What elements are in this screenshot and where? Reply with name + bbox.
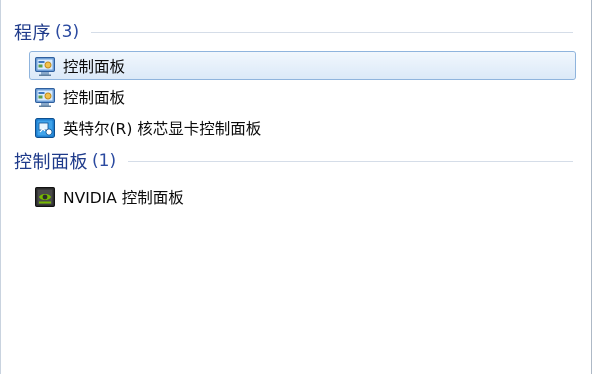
group-header-control-panel[interactable]: 控制面板 (1) <box>14 148 573 174</box>
group-header-programs[interactable]: 程序 (3) <box>14 19 573 45</box>
group-count-control-panel: (1) <box>92 151 117 171</box>
result-item-control-panel-2[interactable]: 控制面板 <box>29 82 576 111</box>
intel-graphics-icon <box>35 117 55 138</box>
result-item-control-panel-1[interactable]: 控制面板 <box>29 51 576 80</box>
group-divider-control-panel <box>128 160 573 162</box>
control-panel-icon <box>35 87 55 107</box>
group-divider-programs <box>91 31 573 33</box>
group-title-programs: 程序 <box>14 23 51 44</box>
result-item-intel-graphics[interactable]: 英特尔(R) 核芯显卡控制面板 <box>29 113 576 142</box>
result-item-label: 控制面板 <box>63 57 126 76</box>
result-item-label: 英特尔(R) 核芯显卡控制面板 <box>63 119 262 138</box>
group-count-programs: (3) <box>55 22 80 42</box>
result-item-label: NVIDIA 控制面板 <box>63 188 184 207</box>
search-results-panel: 程序 (3) 控制面板 控制面板 英特尔(R) 核芯显卡控制面板 控制面板 (1… <box>0 0 592 374</box>
control-panel-icon <box>35 56 55 76</box>
result-item-nvidia-control-panel[interactable]: NVIDIA 控制面板 <box>29 182 576 211</box>
result-item-label: 控制面板 <box>63 88 126 107</box>
group-title-control-panel: 控制面板 <box>14 152 88 173</box>
nvidia-control-panel-icon <box>35 186 55 207</box>
